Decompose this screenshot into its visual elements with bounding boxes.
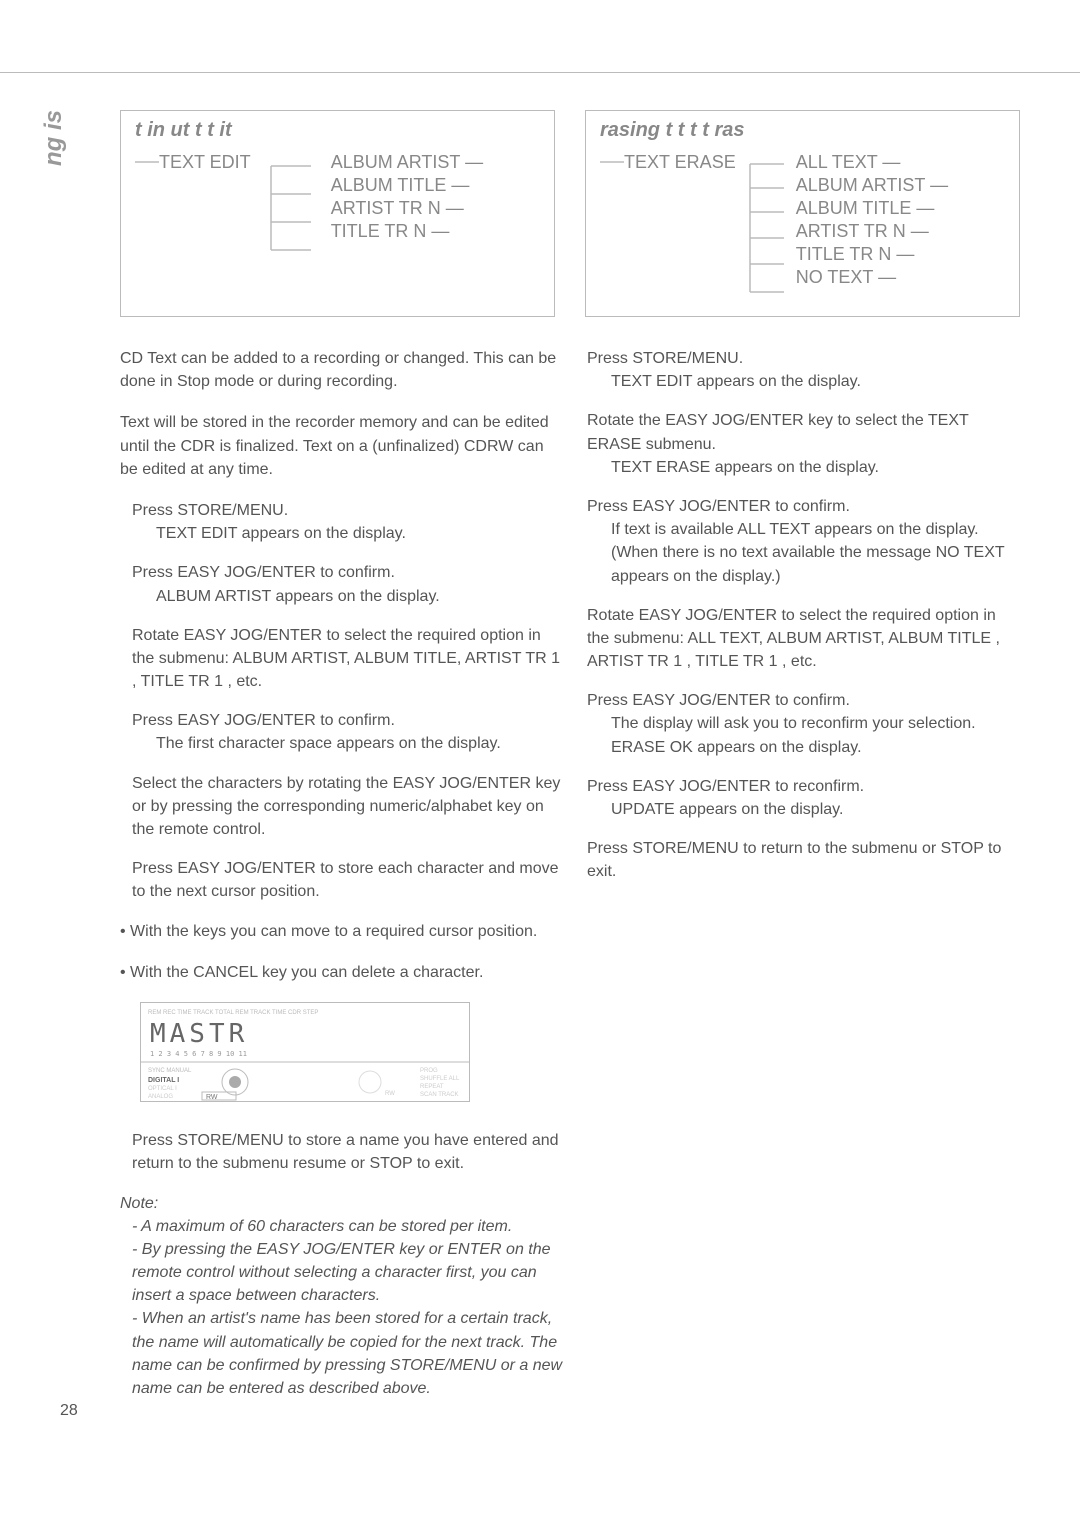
diagram-item: ALBUM TITLE — — [331, 175, 483, 196]
tree-connector — [135, 152, 159, 172]
diagram-item: ALL TEXT — — [796, 152, 948, 173]
svg-text:DIGITAL I: DIGITAL I — [148, 1077, 179, 1084]
diagram-item: NO TEXT — — [796, 267, 948, 288]
step-text: Press STORE/MENU to return to the submen… — [587, 837, 1020, 883]
diagram-item: ARTIST TR N — — [331, 198, 483, 219]
diagram-root: TEXT ERASE — [624, 152, 736, 173]
bullet-text: • With the keys you can move to a requir… — [120, 920, 565, 943]
note-item: - By pressing the EASY JOG/ENTER key or … — [132, 1238, 565, 1308]
lcd-top-labels: REM REC TIME TRACK TOTAL REM TRACK TIME … — [148, 1010, 318, 1016]
step-text: Press EASY JOG/ENTER to confirm. — [132, 561, 565, 584]
step-result: TEXT EDIT appears on the display. — [611, 370, 1020, 393]
diagram-title: rasing t t t t ras — [600, 119, 1005, 142]
diagram-item: ARTIST TR N — — [796, 221, 948, 242]
svg-text:SCAN TRACK: SCAN TRACK — [420, 1092, 459, 1098]
svg-text:RW: RW — [385, 1091, 395, 1097]
lcd-display: REM REC TIME TRACK TOTAL REM TRACK TIME … — [140, 1002, 470, 1109]
svg-text:ANALOG: ANALOG — [148, 1094, 173, 1100]
bullet-text: • With the CANCEL key you can delete a c… — [120, 961, 565, 984]
diagram-item: ALBUM ARTIST — — [796, 175, 948, 196]
svg-text:SYNC MANUAL: SYNC MANUAL — [148, 1068, 192, 1074]
step-text: Rotate EASY JOG/ENTER to select the requ… — [587, 604, 1020, 674]
diagram-item: TITLE TR N — — [796, 244, 948, 265]
diagram-item: TITLE TR N — — [331, 221, 483, 242]
lcd-track-numbers: 1 2 3 4 5 6 7 8 9 10 11 — [150, 1050, 247, 1058]
svg-text:OPTICAL I: OPTICAL I — [148, 1086, 177, 1092]
step-text: Press EASY JOG/ENTER to reconfirm. — [587, 775, 1020, 798]
diagram-root: TEXT EDIT — [159, 152, 251, 173]
diagram-item: ALBUM TITLE — — [796, 198, 948, 219]
note-item: - When an artist's name has been stored … — [132, 1307, 565, 1400]
step-result: TEXT ERASE appears on the display. — [611, 456, 1020, 479]
diagram-item: ALBUM ARTIST — — [331, 152, 483, 173]
body-paragraph: CD Text can be added to a recording or c… — [120, 347, 565, 393]
step-text: Press STORE/MENU. — [132, 499, 565, 522]
step-text: Select the characters by rotating the EA… — [132, 772, 565, 842]
note-label: Note: — [120, 1192, 565, 1215]
tree-branches — [251, 152, 331, 262]
step-text: Press STORE/MENU. — [587, 347, 1020, 370]
step-text: Press EASY JOG/ENTER to confirm. — [587, 689, 1020, 712]
svg-text:SHUFFLE ALL: SHUFFLE ALL — [420, 1076, 460, 1082]
step-result: UPDATE appears on the display. — [611, 798, 1020, 821]
svg-text:PROG: PROG — [420, 1068, 438, 1074]
step-result: The display will ask you to reconfirm yo… — [611, 712, 1020, 758]
step-text: Rotate the EASY JOG/ENTER key to select … — [587, 409, 1020, 455]
page-number: 28 — [60, 1402, 78, 1420]
diagram-text-erase: rasing t t t t ras TEXT ERASE ALL TEXT —… — [585, 110, 1020, 317]
lcd-main-text: MASTR — [150, 1019, 248, 1049]
step-text: Rotate EASY JOG/ENTER to select the requ… — [132, 624, 565, 694]
step-text: Press EASY JOG/ENTER to confirm. — [587, 495, 1020, 518]
diagram-text-edit: t in ut t t it TEXT EDIT ALBUM ARTIST — … — [120, 110, 555, 317]
body-paragraph: Text will be stored in the recorder memo… — [120, 411, 565, 481]
tree-connector — [600, 152, 624, 172]
step-text: Press EASY JOG/ENTER to confirm. — [132, 709, 565, 732]
step-text: Press STORE/MENU to store a name you hav… — [132, 1129, 565, 1175]
note-item: - A maximum of 60 characters can be stor… — [132, 1215, 565, 1238]
diagram-title: t in ut t t it — [135, 119, 540, 142]
svg-text:REPEAT: REPEAT — [420, 1084, 444, 1090]
step-text: Press EASY JOG/ENTER to store each chara… — [132, 857, 565, 903]
svg-text:RW: RW — [206, 1094, 218, 1101]
step-result: The first character space appears on the… — [156, 732, 565, 755]
step-result: ALBUM ARTIST appears on the display. — [156, 585, 565, 608]
tree-branches — [736, 152, 796, 302]
step-result: If text is available ALL TEXT appears on… — [611, 518, 1020, 588]
step-result: TEXT EDIT appears on the display. — [156, 522, 565, 545]
